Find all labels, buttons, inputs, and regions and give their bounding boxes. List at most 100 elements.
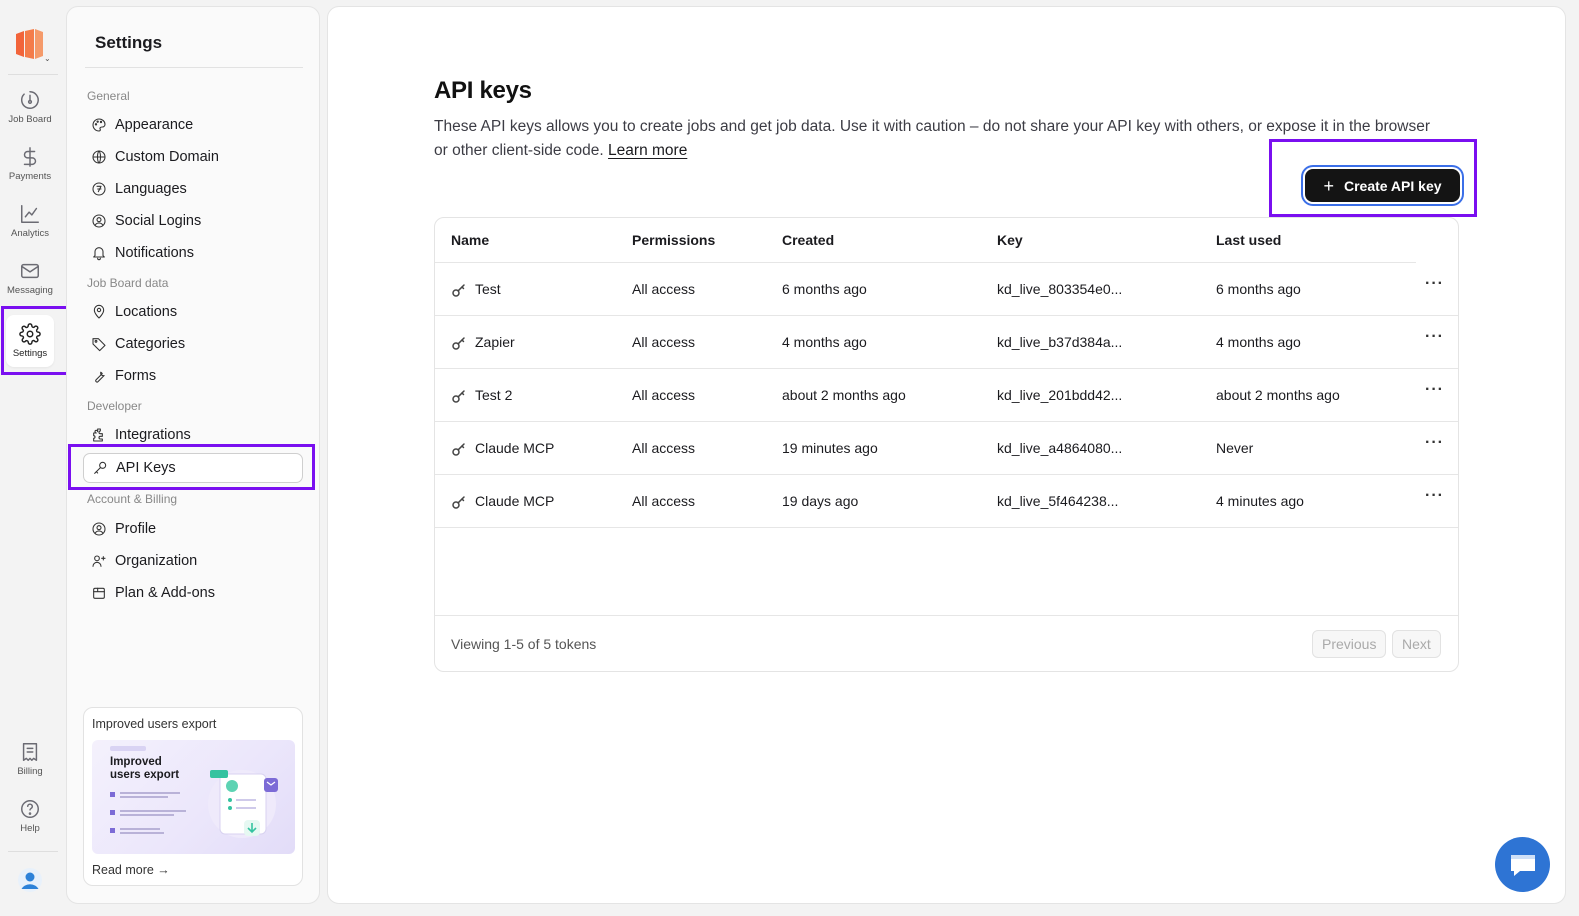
cell-last-used: about 2 months ago [1216,387,1340,403]
key-icon [452,337,465,350]
nav-locations[interactable]: Locations [83,297,303,327]
cell-key: kd_live_a4864080... [997,440,1123,456]
more-actions-icon[interactable]: ··· [1425,487,1444,505]
package-icon [93,587,105,599]
more-actions-icon[interactable]: ··· [1425,381,1444,399]
rail-item-job-board[interactable]: Job Board [6,82,54,132]
nav-plan-addons[interactable]: Plan & Add-ons [83,578,303,608]
more-actions-icon[interactable]: ··· [1425,275,1444,293]
table-row[interactable]: Claude MCP All access 19 days ago kd_liv… [435,475,1458,528]
cell-key: kd_live_803354e0... [997,281,1123,297]
rail-item-analytics[interactable]: Analytics [6,196,54,246]
column-header-name: Name [451,232,490,248]
cell-name: Test 2 [475,387,513,403]
nav-label: Social Logins [115,213,202,229]
app-logo[interactable] [12,26,48,62]
nav-custom-domain[interactable]: Custom Domain [83,142,303,172]
chart-icon [21,205,39,223]
promo-card[interactable]: Improved users export Improved users exp… [83,707,303,886]
page-title: API keys [434,77,532,104]
nav-label: Custom Domain [115,149,219,165]
read-more-link[interactable]: Read more → [92,863,170,877]
wrench-icon [95,371,105,383]
app-rail: ⌄ Job Board Payments Analytics Messaging… [0,0,70,916]
table-row[interactable]: Test 2 All access about 2 months ago kd_… [435,369,1458,422]
previous-button[interactable]: Previous [1312,630,1387,658]
promo-badge [110,746,146,751]
bell-icon [93,247,105,261]
table-row[interactable]: Claude MCP All access 19 minutes ago kd_… [435,422,1458,475]
cell-permissions: All access [632,493,696,509]
map-pin-icon [93,304,105,319]
nav-social-logins[interactable]: Social Logins [83,206,303,236]
panel-title: Settings [95,33,163,52]
table-row[interactable]: Test All access 6 months ago kd_live_803… [435,263,1458,316]
rail-item-help[interactable]: Help [6,791,54,841]
promo-image: Improved users export [92,740,295,854]
rail-label: Messaging [7,285,53,296]
rail-item-payments[interactable]: Payments [6,139,54,189]
nav-appearance[interactable]: Appearance [83,110,303,140]
rail-item-messaging[interactable]: Messaging [6,253,54,303]
cell-last-used: 6 months ago [1216,281,1301,297]
cell-created: 19 minutes ago [782,440,878,456]
group-label-developer: Developer [87,399,142,413]
column-header-permissions: Permissions [632,232,716,248]
globe-icon [92,150,106,164]
nav-label: Profile [115,521,157,537]
highlight-box-settings [1,306,70,375]
group-label-job-board-data: Job Board data [87,276,169,290]
cell-created: 19 days ago [782,493,859,509]
mail-icon [21,263,39,279]
divider [8,851,58,852]
nav-languages[interactable]: Languages [83,174,303,204]
nav-label: Appearance [115,117,194,133]
tag-icon [92,338,106,352]
nav-label: Organization [115,553,198,569]
divider [435,615,1458,616]
main-content: API keys These API keys allows you to cr… [327,6,1566,904]
promo-list-illustration [110,792,186,834]
cell-permissions: All access [632,387,696,403]
dollar-icon [23,147,37,167]
table-row[interactable]: Zapier All access 4 months ago kd_live_b… [435,316,1458,369]
key-icon [452,496,465,509]
key-icon [452,284,465,297]
cell-key: kd_live_201bdd42... [997,387,1123,403]
chat-widget-button[interactable] [1495,837,1550,892]
user-circle-icon [92,214,106,228]
key-icon [452,443,465,456]
promo-image-title: Improved users export [110,756,180,781]
learn-more-link[interactable]: Learn more [608,142,687,159]
rail-label: Job Board [8,114,52,125]
nav-forms[interactable]: Forms [83,361,303,391]
nav-organization[interactable]: Organization [83,546,303,576]
group-label-account-billing: Account & Billing [87,492,178,506]
help-icon [21,800,39,818]
nav-notifications[interactable]: Notifications [83,238,303,268]
nav-label: Locations [115,304,178,320]
rail-item-billing[interactable]: Billing [6,734,54,784]
users-icon [92,555,106,567]
create-api-key-button[interactable]: + Create API key [1305,169,1460,202]
nav-categories[interactable]: Categories [83,329,303,359]
api-keys-table: Name Permissions Created Key Last used T… [434,217,1459,672]
nav-profile[interactable]: Profile [83,514,303,544]
cell-last-used: 4 months ago [1216,334,1301,350]
cell-name: Zapier [475,334,515,350]
key-icon [452,390,465,403]
puzzle-icon [93,428,103,442]
more-actions-icon[interactable]: ··· [1425,328,1444,346]
more-actions-icon[interactable]: ··· [1425,434,1444,452]
nav-label: Forms [115,368,157,384]
nav-label: Languages [115,181,187,197]
cell-last-used: Never [1216,440,1254,456]
cell-created: 4 months ago [782,334,867,350]
nav-label: Integrations [115,427,191,443]
chevron-down-icon[interactable]: ⌄ [44,54,51,63]
cell-permissions: All access [632,440,696,456]
next-button[interactable]: Next [1392,630,1441,658]
user-avatar-icon[interactable] [18,868,42,892]
rail-label: Help [20,823,40,834]
nav-label: Plan & Add-ons [115,585,215,601]
